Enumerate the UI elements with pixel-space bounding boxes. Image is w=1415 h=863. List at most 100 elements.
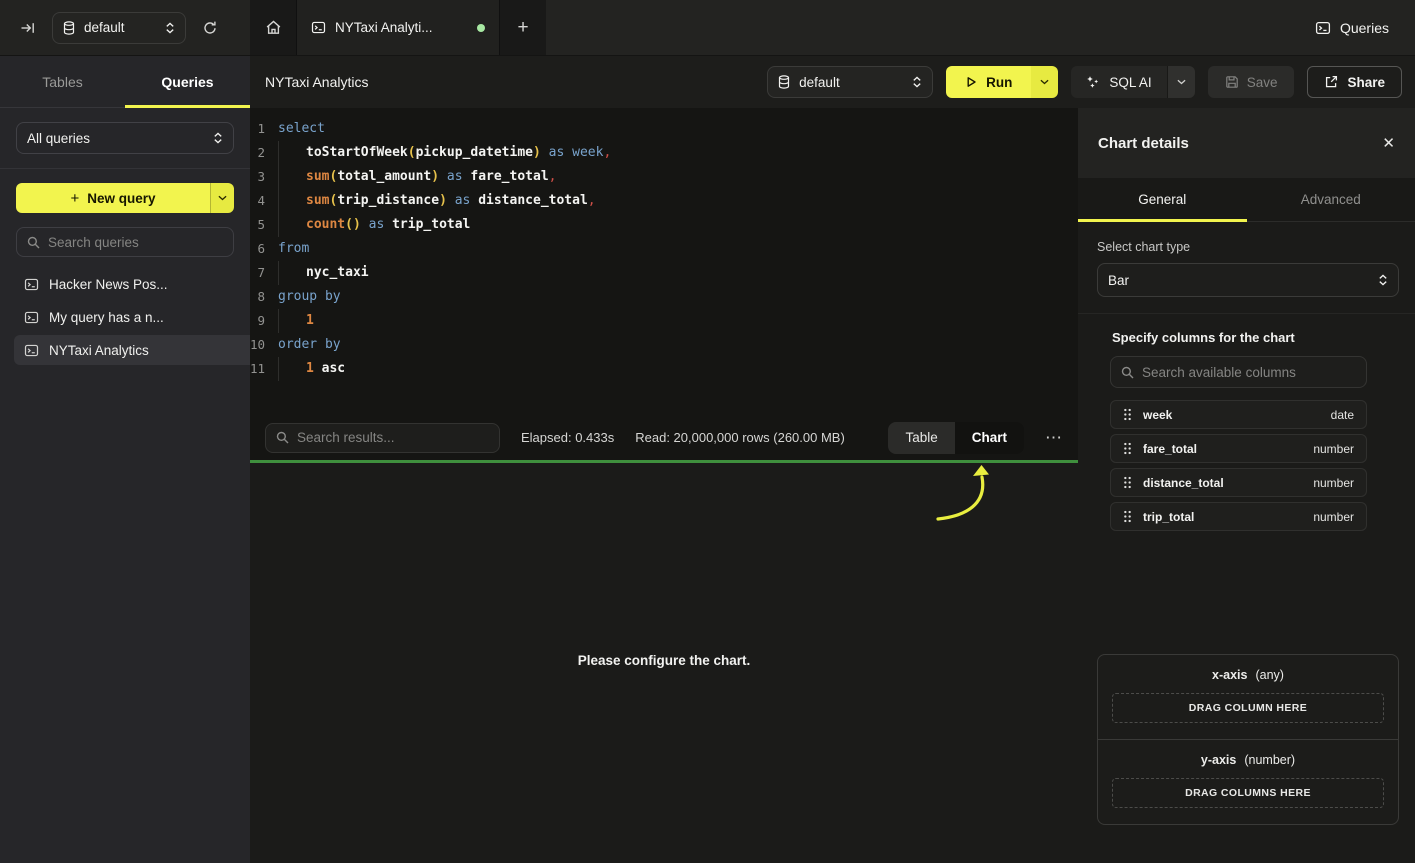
new-query-section: + New query — [0, 169, 250, 217]
tab-queries[interactable]: Queries — [125, 56, 250, 107]
x-axis-section: x-axis(any) DRAG COLUMN HERE — [1098, 655, 1398, 739]
code-line[interactable]: 3sum(total_amount) as fare_total, — [250, 165, 1078, 189]
sql-ai-dropdown[interactable] — [1167, 66, 1195, 98]
code-line[interactable]: 91 — [250, 309, 1078, 333]
line-number: 9 — [250, 309, 278, 333]
tab-strip: NYTaxi Analyti... + — [250, 0, 546, 55]
axis-label: x-axis(any) — [1112, 668, 1384, 682]
run-dropdown[interactable] — [1031, 66, 1058, 98]
share-button[interactable]: Share — [1307, 66, 1402, 98]
tab-tables[interactable]: Tables — [0, 56, 125, 107]
save-label: Save — [1247, 75, 1278, 90]
close-icon[interactable]: ✕ — [1382, 134, 1395, 152]
code-line[interactable]: 10order by — [250, 333, 1078, 357]
query-item-label: Hacker News Pos... — [49, 277, 168, 292]
code-text: 1 — [278, 309, 314, 333]
chart-details-header: Chart details ✕ — [1078, 108, 1415, 178]
code-text: toStartOfWeek(pickup_datetime) as week, — [278, 141, 611, 165]
code-text: count() as trip_total — [278, 213, 470, 237]
x-axis-dropzone[interactable]: DRAG COLUMN HERE — [1112, 693, 1384, 723]
drag-handle-icon — [1123, 408, 1132, 421]
results-toolbar: Elapsed: 0.433s Read: 20,000,000 rows (2… — [250, 415, 1078, 460]
save-button[interactable]: Save — [1208, 66, 1295, 98]
query-list-item[interactable]: NYTaxi Analytics — [14, 335, 250, 365]
code-line[interactable]: 6from — [250, 237, 1078, 261]
query-terminal-icon — [24, 343, 39, 358]
run-database-select[interactable]: default — [767, 66, 933, 98]
line-number: 8 — [250, 285, 278, 309]
query-list: Hacker News Pos... My query has a n...NYT… — [0, 269, 250, 365]
results-search[interactable] — [265, 423, 500, 453]
code-text: group by — [278, 285, 341, 309]
dropzone-label: DRAG COLUMN HERE — [1189, 702, 1307, 714]
search-icon — [1121, 366, 1134, 379]
sql-editor[interactable]: 1select2toStartOfWeek(pickup_datetime) a… — [250, 108, 1078, 415]
column-chip-distance_total[interactable]: distance_totalnumber — [1110, 468, 1367, 497]
view-toggle-table[interactable]: Table — [888, 422, 954, 454]
code-line[interactable]: 1select — [250, 117, 1078, 141]
tab-general[interactable]: General — [1078, 178, 1247, 221]
chart-type-value: Bar — [1108, 273, 1369, 288]
search-icon — [276, 431, 289, 444]
new-query-dropdown[interactable] — [210, 183, 234, 213]
code-line[interactable]: 7nyc_taxi — [250, 261, 1078, 285]
run-label: Run — [986, 75, 1012, 90]
chart-type-select[interactable]: Bar — [1097, 263, 1399, 297]
line-number: 4 — [250, 189, 278, 213]
columns-search-input[interactable] — [1142, 365, 1356, 380]
query-terminal-icon — [24, 310, 39, 325]
code-text: nyc_taxi — [278, 261, 369, 285]
y-axis-section: y-axis(number) DRAG COLUMNS HERE — [1098, 739, 1398, 824]
drag-handle-icon — [1123, 476, 1132, 489]
home-button[interactable] — [250, 0, 296, 55]
queries-button[interactable]: Queries — [1315, 20, 1389, 36]
axis-label: y-axis(number) — [1112, 753, 1384, 767]
code-text: select — [278, 117, 325, 141]
query-filter-select[interactable]: All queries — [16, 122, 234, 154]
query-list-item[interactable]: Hacker News Pos... — [14, 269, 250, 299]
sparkles-icon — [1086, 75, 1100, 89]
collapse-sidebar-icon[interactable] — [14, 14, 42, 42]
modified-dot — [477, 24, 485, 32]
code-text: from — [278, 237, 309, 261]
plus-icon: + — [517, 17, 528, 39]
chart-details-tabs: General Advanced — [1078, 178, 1415, 222]
code-line[interactable]: 4sum(trip_distance) as distance_total, — [250, 189, 1078, 213]
column-chip-fare_total[interactable]: fare_totalnumber — [1110, 434, 1367, 463]
column-type: number — [1313, 476, 1354, 490]
columns-search[interactable] — [1110, 356, 1367, 388]
code-line[interactable]: 111 asc — [250, 357, 1078, 381]
y-axis-dropzone[interactable]: DRAG COLUMNS HERE — [1112, 778, 1384, 808]
line-number: 7 — [250, 261, 278, 285]
chart-canvas: Please configure the chart. — [250, 463, 1078, 863]
annotation-arrow — [930, 464, 1000, 526]
tab-label: NYTaxi Analyti... — [335, 20, 433, 35]
new-tab-button[interactable]: + — [500, 0, 546, 55]
query-list-item[interactable]: My query has a n... — [14, 302, 250, 332]
code-line[interactable]: 5count() as trip_total — [250, 213, 1078, 237]
query-search[interactable] — [16, 227, 234, 257]
new-query-button[interactable]: + New query — [16, 183, 234, 213]
updown-icon — [165, 22, 175, 34]
code-text: order by — [278, 333, 341, 357]
database-select[interactable]: default — [52, 12, 186, 44]
tab-advanced[interactable]: Advanced — [1247, 178, 1415, 221]
column-chip-week[interactable]: weekdate — [1110, 400, 1367, 429]
code-line[interactable]: 2toStartOfWeek(pickup_datetime) as week, — [250, 141, 1078, 165]
sql-ai-button[interactable]: SQL AI — [1071, 66, 1194, 98]
query-search-input[interactable] — [48, 235, 225, 250]
results-search-input[interactable] — [297, 430, 489, 445]
code-text: sum(total_amount) as fare_total, — [278, 165, 556, 189]
code-line[interactable]: 8group by — [250, 285, 1078, 309]
sql-ai-label: SQL AI — [1109, 75, 1151, 90]
line-number: 10 — [250, 333, 278, 357]
refresh-icon[interactable] — [196, 14, 224, 42]
run-button[interactable]: Run — [946, 66, 1058, 98]
chevron-down-icon — [1040, 79, 1049, 85]
more-icon[interactable]: ⋯ — [1045, 433, 1063, 443]
view-toggle-chart[interactable]: Chart — [955, 422, 1024, 454]
column-chip-trip_total[interactable]: trip_totalnumber — [1110, 502, 1367, 531]
query-filter-section: All queries — [0, 108, 250, 168]
tab-nytaxi-analytics[interactable]: NYTaxi Analyti... — [296, 0, 500, 55]
share-icon — [1324, 75, 1338, 89]
